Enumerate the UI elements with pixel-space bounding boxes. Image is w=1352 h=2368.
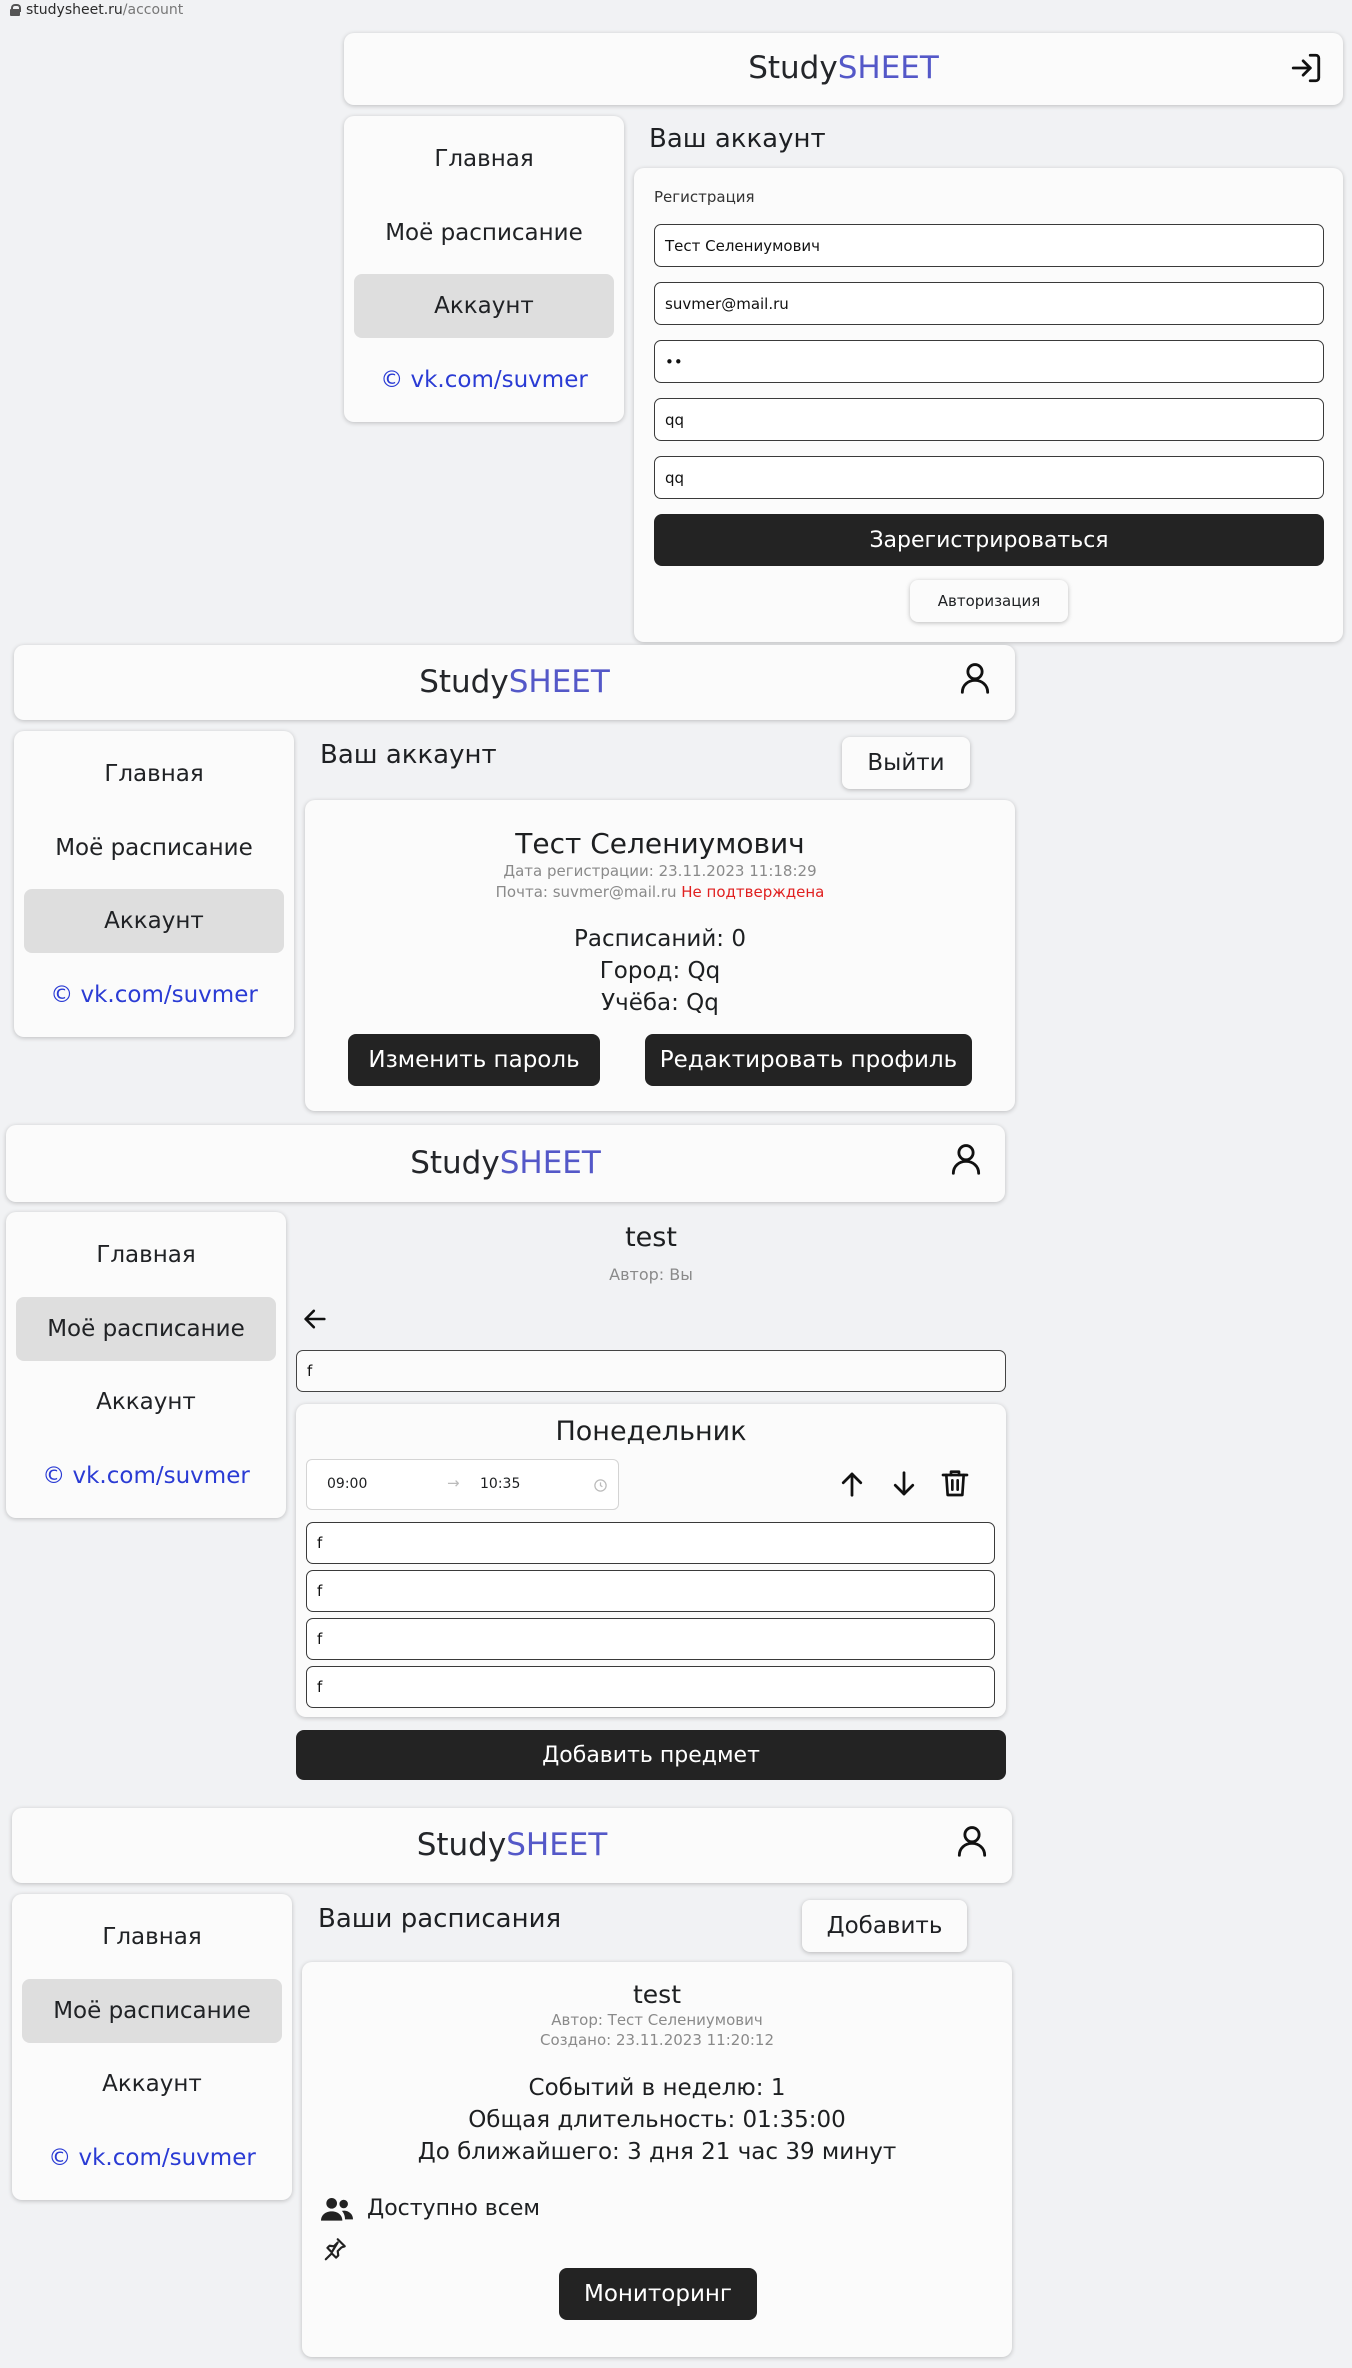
header-bar: StudySHEET xyxy=(14,645,1015,720)
brand-logo[interactable]: StudySHEET xyxy=(6,1145,1005,1181)
page-title: Ваш аккаунт xyxy=(320,740,497,770)
registration-date: Дата регистрации: 23.11.2023 11:18:29 xyxy=(503,862,817,880)
name-field[interactable]: Тест Селениумович xyxy=(654,224,1324,267)
access-label: Доступно всем xyxy=(367,2196,540,2221)
sidebar: Главная Моё расписание Аккаунт © vk.com/… xyxy=(344,116,624,422)
subject-field[interactable]: f xyxy=(306,1570,995,1612)
lock-icon xyxy=(10,4,21,16)
sidebar: Главная Моё расписание Аккаунт © vk.com/… xyxy=(6,1212,286,1518)
sidebar-item-account[interactable]: Аккаунт xyxy=(16,1370,276,1434)
schedule-card: test Автор: Тест Селениумович Создано: 2… xyxy=(302,1962,1012,2357)
register-button[interactable]: Зарегистрироваться xyxy=(654,514,1324,566)
sidebar-item-schedule[interactable]: Моё расписание xyxy=(22,1979,282,2043)
header-bar: StudySHEET xyxy=(6,1125,1005,1202)
form-label: Регистрация xyxy=(654,188,755,206)
city-info: Город: Qq xyxy=(599,958,721,984)
sidebar-link-vk[interactable]: © vk.com/suvmer xyxy=(16,1444,276,1508)
profile-card: Тест Селениумович Дата регистрации: 23.1… xyxy=(305,800,1015,1111)
add-schedule-button[interactable]: Добавить xyxy=(802,1900,967,1952)
user-icon[interactable] xyxy=(956,659,994,697)
page-title: Ваши расписания xyxy=(318,1904,562,1934)
user-icon[interactable] xyxy=(953,1822,991,1860)
schedule-card-author: Автор: Тест Селениумович xyxy=(551,2011,763,2029)
url-path: /account xyxy=(122,2,184,18)
sidebar-item-account[interactable]: Аккаунт xyxy=(354,274,614,338)
sidebar-item-schedule[interactable]: Моё расписание xyxy=(354,201,614,265)
subject-field[interactable]: f xyxy=(306,1618,995,1660)
monitor-button[interactable]: Мониторинг xyxy=(559,2268,757,2320)
url-host: studysheet.ru xyxy=(26,2,123,18)
logout-button[interactable]: Выйти xyxy=(842,737,970,789)
brand-logo[interactable]: StudySHEET xyxy=(12,1827,1012,1863)
auth-button[interactable]: Авторизация xyxy=(910,580,1068,622)
pin-icon[interactable] xyxy=(322,2236,348,2262)
sidebar-item-home[interactable]: Главная xyxy=(16,1223,276,1287)
sidebar-item-home[interactable]: Главная xyxy=(22,1905,282,1969)
nearest-event: До ближайшего: 3 дня 21 час 39 минут xyxy=(417,2139,897,2165)
browser-url[interactable]: studysheet.ru/account xyxy=(10,0,183,20)
schedule-name-field[interactable]: f xyxy=(296,1350,1006,1392)
login-icon[interactable] xyxy=(1289,51,1323,85)
user-icon[interactable] xyxy=(947,1140,985,1178)
schedules-count: Расписаний: 0 xyxy=(574,926,746,952)
schedule-card-title: test xyxy=(632,1980,681,2009)
clock-icon xyxy=(594,1479,607,1492)
sidebar-item-account[interactable]: Аккаунт xyxy=(22,2052,282,2116)
sidebar-item-account[interactable]: Аккаунт xyxy=(24,889,284,953)
add-subject-button[interactable]: Добавить предмет xyxy=(296,1730,1006,1780)
header-bar: StudySHEET xyxy=(12,1808,1012,1883)
sidebar-link-vk[interactable]: © vk.com/suvmer xyxy=(24,963,284,1027)
sidebar-item-home[interactable]: Главная xyxy=(354,127,614,191)
city-field[interactable]: qq xyxy=(654,398,1324,441)
header-bar: StudySHEET xyxy=(344,33,1343,105)
sidebar-item-schedule[interactable]: Моё расписание xyxy=(24,816,284,880)
profile-name: Тест Селениумович xyxy=(515,827,805,860)
time-start[interactable]: 09:00 xyxy=(327,1476,367,1492)
study-field[interactable]: qq xyxy=(654,456,1324,499)
brand-logo[interactable]: StudySHEET xyxy=(14,664,1015,700)
schedule-card-created: Создано: 23.11.2023 11:20:12 xyxy=(539,2031,775,2049)
day-title: Понедельник xyxy=(555,1416,747,1447)
sidebar-item-home[interactable]: Главная xyxy=(24,742,284,806)
sidebar-link-vk[interactable]: © vk.com/suvmer xyxy=(22,2126,282,2190)
brand-logo[interactable]: StudySHEET xyxy=(344,50,1343,86)
schedule-author: Автор: Вы xyxy=(609,1265,693,1284)
users-icon xyxy=(321,2198,353,2221)
password-field[interactable]: •• xyxy=(654,340,1324,383)
day-card: Понедельник 09:00 → 10:35 f f f f xyxy=(296,1404,1006,1717)
sidebar-item-schedule[interactable]: Моё расписание xyxy=(16,1297,276,1361)
change-password-button[interactable]: Изменить пароль xyxy=(348,1034,600,1086)
arrow-up-icon[interactable] xyxy=(837,1468,867,1500)
time-arrow: → xyxy=(447,1474,460,1492)
sidebar: Главная Моё расписание Аккаунт © vk.com/… xyxy=(14,731,294,1037)
page-title: Ваш аккаунт xyxy=(649,124,826,154)
subject-field[interactable]: f xyxy=(306,1666,995,1708)
edit-profile-button[interactable]: Редактировать профиль xyxy=(645,1034,972,1086)
email-status-line: Почта: suvmer@mail.ru Не подтверждена xyxy=(495,883,825,901)
total-duration: Общая длительность: 01:35:00 xyxy=(468,2107,846,2133)
sidebar-link-vk[interactable]: © vk.com/suvmer xyxy=(354,348,614,412)
events-per-week: Событий в неделю: 1 xyxy=(528,2075,786,2101)
email-unverified-badge: Не подтверждена xyxy=(681,883,825,901)
study-info: Учёба: Qq xyxy=(601,990,719,1016)
trash-icon[interactable] xyxy=(939,1466,971,1500)
time-end[interactable]: 10:35 xyxy=(480,1476,520,1492)
schedule-title: test xyxy=(625,1222,677,1253)
arrow-down-icon[interactable] xyxy=(889,1468,919,1500)
email-field[interactable]: suvmer@mail.ru xyxy=(654,282,1324,325)
sidebar: Главная Моё расписание Аккаунт © vk.com/… xyxy=(12,1894,292,2200)
time-range-picker[interactable]: 09:00 → 10:35 xyxy=(306,1459,619,1510)
subject-field[interactable]: f xyxy=(306,1522,995,1564)
arrow-left-icon[interactable] xyxy=(301,1305,329,1333)
register-form: Регистрация Тест Селениумович suvmer@mai… xyxy=(634,168,1343,642)
